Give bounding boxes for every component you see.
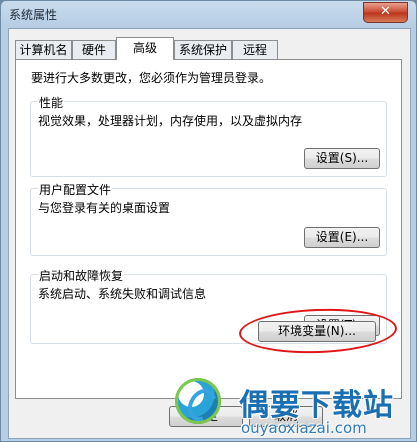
title-bar[interactable]: 系统属性 ✕ <box>1 1 416 27</box>
performance-title: 性能 <box>38 94 65 111</box>
startup-recovery-desc: 系统启动、系统失败和调试信息 <box>38 287 207 301</box>
tab-hardware[interactable]: 硬件 <box>72 40 116 59</box>
site-watermark: 偶要下载站 ouyaoxiazai.com <box>175 378 417 442</box>
performance-desc: 视觉效果，处理器计划，内存使用，以及虚拟内存 <box>38 114 303 128</box>
tab-remote[interactable]: 远程 <box>232 40 278 59</box>
system-properties-window: 系统属性 ✕ 计算机名 硬件 高级 系统保护 远程 要进行大多数更改，您必须作为… <box>0 0 417 442</box>
tab-advanced[interactable]: 高级 <box>116 37 174 60</box>
window-title: 系统属性 <box>9 8 58 22</box>
user-profiles-group: 用户配置文件 与您登录有关的桌面设置 设置(E)... <box>30 181 387 256</box>
tab-system-protection[interactable]: 系统保护 <box>174 40 232 59</box>
tab-computer-name[interactable]: 计算机名 <box>15 40 72 59</box>
startup-recovery-title: 启动和故障恢复 <box>38 267 125 284</box>
performance-settings-button[interactable]: 设置(S)... <box>304 148 380 169</box>
performance-group: 性能 视觉效果，处理器计划，内存使用，以及虚拟内存 设置(S)... <box>30 94 387 177</box>
site-logo-icon <box>175 378 221 424</box>
user-profiles-title: 用户配置文件 <box>38 181 113 198</box>
close-button[interactable]: ✕ <box>363 2 408 23</box>
watermark-title: 偶要下载站 <box>239 388 394 423</box>
user-profiles-settings-button[interactable]: 设置(E)... <box>304 227 380 248</box>
watermark-url: ouyaoxiazai.com <box>241 419 367 437</box>
admin-note: 要进行大多数更改，您必须作为管理员登录。 <box>31 71 272 85</box>
user-profiles-desc: 与您登录有关的桌面设置 <box>38 201 171 215</box>
